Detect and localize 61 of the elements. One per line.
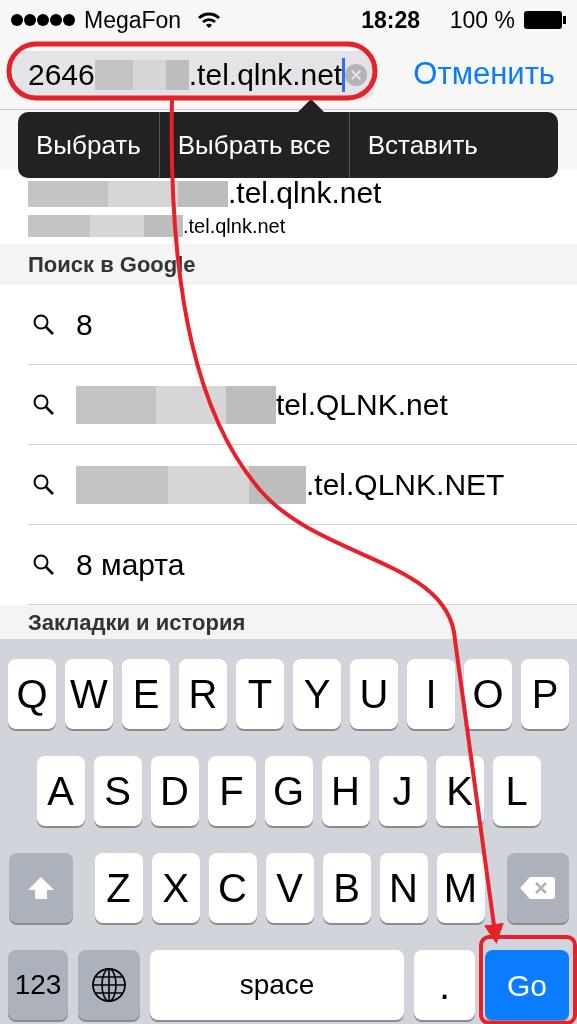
keyboard-key[interactable]: B [322, 853, 371, 923]
keyboard-key[interactable]: N [379, 853, 428, 923]
keyboard-key[interactable]: V [265, 853, 314, 923]
keyboard-key[interactable]: E [122, 659, 170, 729]
keyboard-key[interactable]: M [436, 853, 485, 923]
search-icon [32, 552, 56, 577]
section-header: Закладки и история [0, 605, 577, 639]
menu-item[interactable]: Вставить [349, 112, 496, 178]
keyboard-key[interactable]: H [321, 756, 370, 826]
keyboard-key[interactable]: Q [8, 659, 56, 729]
keyboard-key[interactable]: S [93, 756, 142, 826]
suggestion-text[interactable]: 8 марта [76, 542, 185, 587]
keyboard-key[interactable]: O [464, 659, 512, 729]
field-value: .tel.qlnk.net [188, 57, 343, 93]
keyboard-key[interactable]: D [150, 756, 199, 826]
keyboard-key[interactable]: F [207, 756, 256, 826]
search-icon [32, 392, 56, 417]
keyboard-key[interactable]: space [150, 950, 404, 1020]
suggestion-text[interactable]: 8 [76, 302, 93, 347]
address-field[interactable]: 2646 .tel.qlnk.net [14, 50, 375, 99]
suggestion-text[interactable]: tel.QLNK.net [276, 382, 448, 427]
keyboard-key[interactable]: . [414, 950, 475, 1020]
suggestion-text[interactable]: .tel.qlnk.net [228, 176, 382, 211]
keyboard-key[interactable]: I [407, 659, 455, 729]
battery-percent: 100 % [449, 5, 515, 35]
text-caret [342, 57, 345, 92]
keyboard-key[interactable]: W [65, 659, 113, 729]
keyboard-key[interactable]: R [179, 659, 227, 729]
backspace-icon [519, 874, 556, 902]
keyboard-key[interactable]: P [521, 659, 569, 729]
keyboard-key[interactable]: C [208, 853, 257, 923]
field-value: 2646 [28, 57, 95, 93]
keyboard-key[interactable]: Z [94, 853, 143, 923]
globe-key[interactable] [78, 950, 140, 1020]
search-icon [32, 472, 56, 497]
globe-icon [91, 967, 127, 1003]
keyboard-key[interactable]: G [264, 756, 313, 826]
suggestion-text[interactable]: .tel.qlnk.net [183, 214, 286, 238]
search-icon [32, 312, 56, 337]
keyboard-key[interactable]: Y [293, 659, 341, 729]
keyboard-key[interactable]: J [378, 756, 427, 826]
cancel-button[interactable]: Отменить [413, 51, 555, 98]
battery-icon [523, 10, 567, 30]
wifi-icon [197, 11, 222, 29]
clock-time: 18:28 [361, 5, 420, 35]
keyboard-key[interactable]: L [492, 756, 541, 826]
carrier-name: MegaFon [84, 5, 182, 35]
keyboard-key[interactable]: K [435, 756, 484, 826]
suggestion-text[interactable]: .tel.QLNK.NET [306, 462, 505, 507]
shift-key[interactable] [8, 853, 73, 923]
clear-icon[interactable] [344, 61, 367, 88]
go-button[interactable]: Go [485, 950, 569, 1020]
keyboard-key[interactable]: X [151, 853, 200, 923]
signal-icon [10, 13, 76, 27]
keyboard-key[interactable]: 123 [8, 950, 68, 1020]
menu-item[interactable]: Выбрать [18, 112, 160, 178]
keyboard-key[interactable]: U [350, 659, 398, 729]
keyboard-key[interactable]: T [236, 659, 284, 729]
keyboard-key[interactable]: A [36, 756, 85, 826]
delete-key[interactable] [506, 853, 569, 923]
menu-item[interactable]: Выбрать все [159, 112, 350, 178]
